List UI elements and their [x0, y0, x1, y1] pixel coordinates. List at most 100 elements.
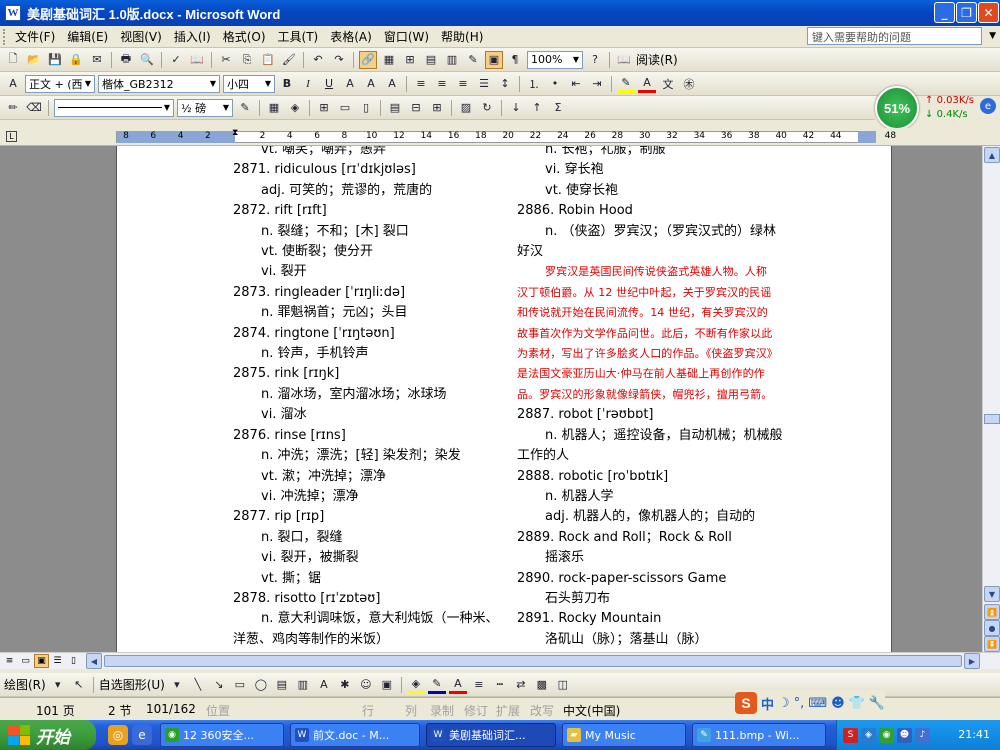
select-objects-icon[interactable]: ↖: [70, 676, 88, 694]
start-button[interactable]: 开始: [0, 720, 96, 750]
clipart-icon[interactable]: ☺: [357, 676, 375, 694]
align-cell-icon[interactable]: ▤: [386, 99, 404, 117]
ime-toolbar[interactable]: S 中 ☽ °, ⌨ ☻ 👕 🔧: [735, 690, 886, 716]
menu-table[interactable]: 表格(A): [324, 28, 378, 45]
menu-window[interactable]: 窗口(W): [378, 28, 435, 45]
scroll-down-icon[interactable]: ▼: [984, 586, 1000, 602]
char-scale-icon[interactable]: A: [383, 75, 401, 93]
font-size-select[interactable]: 小四 ▼: [223, 74, 275, 93]
chevron-down-icon[interactable]: ▾: [49, 676, 67, 694]
distribute-rows-icon[interactable]: ⊟: [407, 99, 425, 117]
cut-icon[interactable]: ✂: [217, 51, 235, 69]
scroll-left-icon[interactable]: ◀: [86, 653, 102, 669]
horizontal-ruler[interactable]: L 8 6 4 2 2 4 6 8 10 12 14 16 18 20 22 24 26 28 30 32 34 36 38…: [0, 128, 1000, 146]
style-select[interactable]: 正文 + (西 ▼: [25, 74, 95, 93]
bold-button[interactable]: B: [278, 75, 296, 93]
document-map-icon[interactable]: ▣: [485, 50, 503, 69]
print-icon[interactable]: 🖶: [117, 51, 135, 69]
status-extend[interactable]: 扩展: [496, 702, 520, 719]
wrench-icon[interactable]: 🔧: [869, 696, 885, 711]
scroll-up-icon[interactable]: ▲: [984, 147, 1000, 163]
read-mode-button[interactable]: 阅读(R): [636, 51, 678, 68]
menu-tools[interactable]: 工具(T): [272, 28, 325, 45]
horizontal-scrollbar[interactable]: ≡ ▭ ▣ ☰ ▯ ◀ ▶: [0, 652, 1000, 669]
menu-file[interactable]: 文件(F): [9, 28, 61, 45]
spelling-icon[interactable]: ✓: [167, 51, 185, 69]
task-paint[interactable]: ✎ 111.bmp - Wi...: [692, 723, 826, 747]
previous-page-icon[interactable]: ⏫: [984, 604, 1000, 620]
scroll-right-icon[interactable]: ▶: [964, 653, 980, 669]
task-doc-1[interactable]: W 前文.doc - M...: [290, 723, 420, 747]
align-right-icon[interactable]: ≡: [454, 75, 472, 93]
arrow-icon[interactable]: ↘: [210, 676, 228, 694]
insert-table-icon[interactable]: ⊞: [315, 99, 333, 117]
text-direction-icon[interactable]: ↻: [478, 99, 496, 117]
autosum-icon[interactable]: Σ: [549, 99, 567, 117]
network-monitor-widget[interactable]: 51% ↑ 0.03K/s ↓ 0.4K/s e: [873, 84, 1000, 130]
highlight-icon[interactable]: ✎: [617, 75, 635, 93]
line-style-select[interactable]: ▼: [54, 98, 174, 117]
shading-color-icon[interactable]: ◈: [286, 99, 304, 117]
save-icon[interactable]: 💾: [46, 51, 64, 69]
tab-selector-icon[interactable]: L: [6, 131, 17, 142]
restore-button[interactable]: ❐: [956, 2, 977, 23]
punctuation-icon[interactable]: °,: [794, 696, 805, 711]
underline-button[interactable]: U: [320, 75, 338, 93]
new-document-icon[interactable]: 🗋: [4, 51, 22, 69]
pencil-icon[interactable]: ✏: [4, 99, 22, 117]
wordart-icon[interactable]: A: [315, 676, 333, 694]
oval-icon[interactable]: ◯: [252, 676, 270, 694]
paste-icon[interactable]: 📋: [259, 51, 277, 69]
tables-borders-icon[interactable]: ▦: [380, 51, 398, 69]
tray-qq-icon[interactable]: ☻: [897, 727, 912, 743]
document-area[interactable]: vt. 嘲笑；嘲弄；愚弄 2871. ridiculous [rɪˈdɪkjʊlə…: [0, 146, 982, 652]
menu-help[interactable]: 帮助(H): [435, 28, 489, 45]
sogou-logo-icon[interactable]: S: [735, 692, 757, 714]
next-page-icon[interactable]: ⏬: [984, 636, 1000, 652]
quicklaunch-icon[interactable]: ◎: [108, 725, 128, 745]
task-doc-active[interactable]: W 美剧基础词汇...: [426, 723, 556, 747]
user-icon[interactable]: ☻: [831, 696, 845, 711]
research-icon[interactable]: 📖: [188, 51, 206, 69]
draw-menu-button[interactable]: 绘图(R): [4, 676, 46, 693]
arrow-style-icon[interactable]: ⇄: [512, 676, 530, 694]
fill-color-icon[interactable]: ◈: [406, 676, 425, 694]
outline-view-icon[interactable]: ☰: [50, 654, 65, 668]
undo-icon[interactable]: ↶: [309, 51, 327, 69]
copy-icon[interactable]: ⎘: [238, 51, 256, 69]
document-page[interactable]: vt. 嘲笑；嘲弄；愚弄 2871. ridiculous [rɪˈdɪkjʊlə…: [116, 146, 892, 652]
merge-cells-icon[interactable]: ▭: [336, 99, 354, 117]
reading-view-icon[interactable]: ▯: [66, 654, 81, 668]
italic-button[interactable]: I: [299, 75, 317, 93]
bullets-icon[interactable]: •: [546, 75, 564, 93]
redo-icon[interactable]: ↷: [330, 51, 348, 69]
indent-marker-icon[interactable]: ⧗: [232, 128, 238, 138]
read-icon[interactable]: 📖: [615, 51, 633, 69]
moon-icon[interactable]: ☽: [778, 696, 790, 711]
menu-view[interactable]: 视图(V): [114, 28, 168, 45]
shirt-icon[interactable]: 👕: [849, 696, 865, 711]
status-overtype[interactable]: 改写: [530, 702, 554, 719]
sort-ascending-icon[interactable]: ↓: [507, 99, 525, 117]
phonetic-guide-icon[interactable]: 文: [659, 75, 677, 93]
align-justify-icon[interactable]: ≡: [412, 75, 430, 93]
title-bar[interactable]: W 美剧基础词汇 1.0版.docx - Microsoft Word _ ❐ …: [0, 0, 1000, 26]
zoom-select[interactable]: 100% ▼: [527, 50, 583, 69]
border-color-icon[interactable]: ✎: [236, 99, 254, 117]
font-color-icon[interactable]: A: [638, 75, 656, 93]
diagram-icon[interactable]: ✱: [336, 676, 354, 694]
columns-icon[interactable]: ▥: [443, 51, 461, 69]
font-color-icon[interactable]: A: [448, 676, 467, 694]
rectangle-icon[interactable]: ▭: [231, 676, 249, 694]
3d-icon[interactable]: ◫: [554, 676, 572, 694]
quicklaunch-icon[interactable]: e: [132, 725, 152, 745]
status-track[interactable]: 修订: [464, 702, 488, 719]
print-preview-icon[interactable]: 🔍: [138, 51, 156, 69]
vertical-textbox-icon[interactable]: ▥: [294, 676, 312, 694]
open-folder-icon[interactable]: 📂: [25, 51, 43, 69]
picture-icon[interactable]: ▣: [378, 676, 396, 694]
decrease-indent-icon[interactable]: ⇤: [567, 75, 585, 93]
vertical-scrollbar[interactable]: ▲ ▼ ⏫ ● ⏬: [982, 146, 1000, 652]
distributed-icon[interactable]: ☰: [475, 75, 493, 93]
sort-descending-icon[interactable]: ↑: [528, 99, 546, 117]
